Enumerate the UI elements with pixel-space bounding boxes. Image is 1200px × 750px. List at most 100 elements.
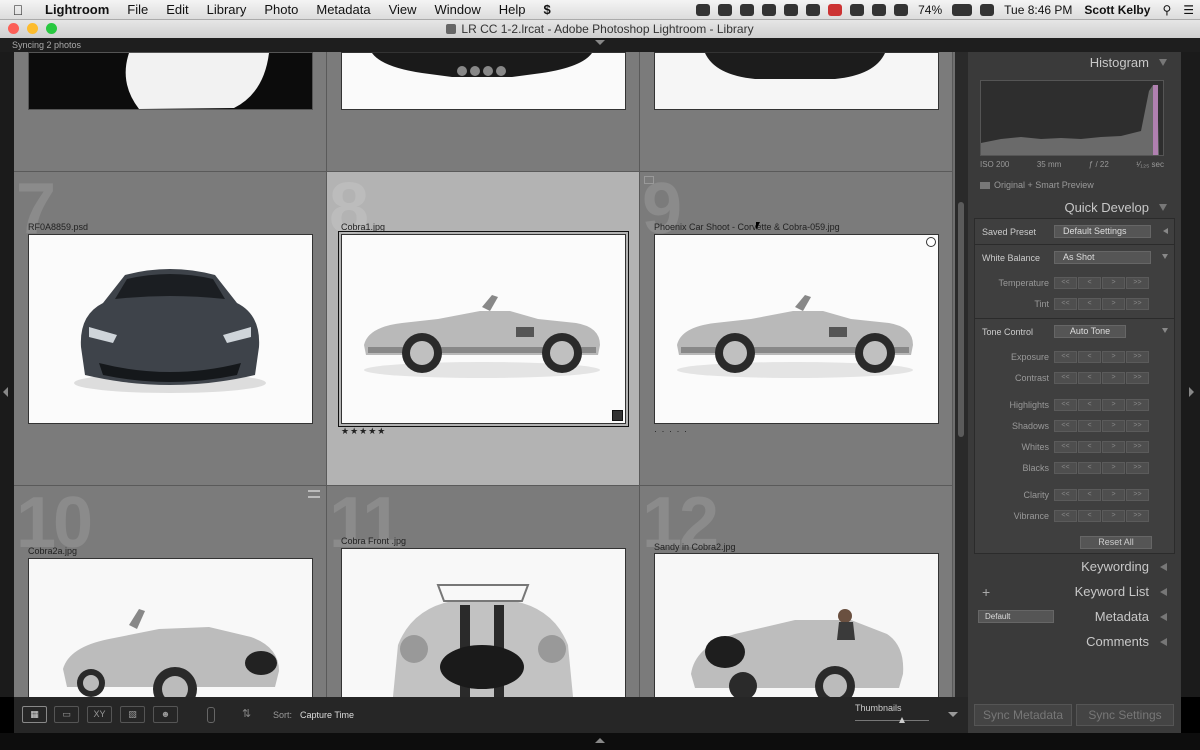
tint-increase-button[interactable]: > bbox=[1102, 298, 1125, 310]
shadows-increase-button[interactable]: > bbox=[1102, 420, 1125, 432]
photo-thumbnail[interactable] bbox=[28, 52, 313, 110]
contrast-decrease-button[interactable]: < bbox=[1078, 372, 1101, 384]
whites-increase-button[interactable]: > bbox=[1102, 441, 1125, 453]
evernote-icon[interactable] bbox=[762, 3, 777, 16]
shadows-decrease-button[interactable]: < bbox=[1078, 420, 1101, 432]
grid-cell[interactable] bbox=[640, 52, 953, 172]
vibrance-big-decrease-button[interactable]: << bbox=[1054, 510, 1077, 522]
temp-decrease-button[interactable]: < bbox=[1078, 277, 1101, 289]
sync-metadata-button[interactable]: Sync Metadata bbox=[974, 704, 1072, 726]
histogram-header[interactable]: Histogram bbox=[974, 52, 1175, 74]
menu-photo[interactable]: Photo bbox=[255, 2, 307, 17]
tint-big-increase-button[interactable]: >> bbox=[1126, 298, 1149, 310]
battery-icon[interactable] bbox=[952, 3, 973, 16]
sort-dropdown[interactable]: Capture Time bbox=[300, 710, 354, 720]
keyword-list-header[interactable]: + Keyword List bbox=[974, 581, 1175, 603]
grid-scrollbar[interactable] bbox=[955, 52, 968, 697]
exposure-big-increase-button[interactable]: >> bbox=[1126, 351, 1149, 363]
grid-cell[interactable]: 9 Phoenix Car Shoot - Corvette & Cobra-0… bbox=[640, 172, 953, 486]
grid-cell-selected[interactable]: 8 Cobra1.jpg ★★★★★ bbox=[327, 172, 640, 486]
menu-metadata[interactable]: Metadata bbox=[307, 2, 379, 17]
grid-cell[interactable] bbox=[14, 52, 327, 172]
status-icon[interactable] bbox=[696, 3, 711, 16]
metadata-preset-dropdown[interactable]: Default bbox=[978, 610, 1054, 623]
blacks-increase-button[interactable]: > bbox=[1102, 462, 1125, 474]
photo-thumbnail[interactable] bbox=[341, 52, 626, 110]
photo-thumbnail[interactable] bbox=[28, 558, 313, 697]
saved-preset-dropdown[interactable]: Default Settings bbox=[1054, 225, 1151, 238]
contrast-big-increase-button[interactable]: >> bbox=[1126, 372, 1149, 384]
keywording-header[interactable]: Keywording bbox=[974, 556, 1175, 578]
whites-big-increase-button[interactable]: >> bbox=[1126, 441, 1149, 453]
reset-all-button[interactable]: Reset All bbox=[1080, 536, 1152, 549]
minimize-icon[interactable] bbox=[27, 23, 38, 34]
tint-big-decrease-button[interactable]: << bbox=[1054, 298, 1077, 310]
star-rating[interactable]: ★★★★★ bbox=[341, 426, 386, 437]
painter-icon[interactable] bbox=[207, 707, 215, 723]
dollar-icon[interactable]: $ bbox=[535, 2, 560, 17]
close-icon[interactable] bbox=[8, 23, 19, 34]
flag-icon[interactable] bbox=[644, 176, 654, 184]
loupe-view-button[interactable]: ▭ bbox=[54, 706, 79, 723]
contrast-increase-button[interactable]: > bbox=[1102, 372, 1125, 384]
photo-thumbnail[interactable] bbox=[654, 52, 939, 110]
collapse-icon[interactable] bbox=[1162, 328, 1168, 333]
photo-thumbnail[interactable] bbox=[654, 553, 939, 697]
tint-decrease-button[interactable]: < bbox=[1078, 298, 1101, 310]
toolbar-menu-icon[interactable] bbox=[948, 712, 958, 717]
grid-cell[interactable]: 10 Cobra2a.jpg bbox=[14, 486, 327, 697]
left-panel-toggle[interactable] bbox=[0, 52, 14, 697]
notification-center-icon[interactable]: ☰ bbox=[1177, 3, 1200, 17]
collapse-icon[interactable] bbox=[1159, 204, 1167, 211]
menu-window[interactable]: Window bbox=[426, 2, 490, 17]
temp-big-decrease-button[interactable]: << bbox=[1054, 277, 1077, 289]
clarity-big-increase-button[interactable]: >> bbox=[1126, 489, 1149, 501]
grid-cell[interactable]: 12 Sandy in Cobra2.jpg bbox=[640, 486, 953, 697]
contrast-big-decrease-button[interactable]: << bbox=[1054, 372, 1077, 384]
shadows-big-increase-button[interactable]: >> bbox=[1126, 420, 1149, 432]
white-balance-dropdown[interactable]: As Shot bbox=[1054, 251, 1151, 264]
spotlight-icon[interactable]: ⚲ bbox=[1156, 3, 1177, 17]
add-keyword-icon[interactable]: + bbox=[982, 581, 990, 603]
highlights-decrease-button[interactable]: < bbox=[1078, 399, 1101, 411]
temp-big-increase-button[interactable]: >> bbox=[1126, 277, 1149, 289]
survey-view-button[interactable]: ▧ bbox=[120, 706, 145, 723]
apple-icon[interactable]:  bbox=[0, 2, 36, 18]
menu-edit[interactable]: Edit bbox=[157, 2, 197, 17]
exposure-big-decrease-button[interactable]: << bbox=[1054, 351, 1077, 363]
grid-cell[interactable]: 11 Cobra Front .jpg bbox=[327, 486, 640, 697]
scrollbar-thumb[interactable] bbox=[958, 202, 964, 437]
exposure-decrease-button[interactable]: < bbox=[1078, 351, 1101, 363]
menu-view[interactable]: View bbox=[380, 2, 426, 17]
histogram-graph[interactable] bbox=[980, 80, 1164, 156]
sync-settings-button[interactable]: Sync Settings bbox=[1076, 704, 1174, 726]
shadows-big-decrease-button[interactable]: << bbox=[1054, 420, 1077, 432]
menu-library[interactable]: Library bbox=[198, 2, 256, 17]
star-rating[interactable]: · · · · · bbox=[654, 426, 688, 436]
menu-file[interactable]: File bbox=[118, 2, 157, 17]
quick-collection-icon[interactable] bbox=[926, 237, 936, 247]
whites-decrease-button[interactable]: < bbox=[1078, 441, 1101, 453]
photo-thumbnail[interactable] bbox=[341, 548, 626, 697]
exposure-increase-button[interactable]: > bbox=[1102, 351, 1125, 363]
blacks-big-increase-button[interactable]: >> bbox=[1126, 462, 1149, 474]
vibrance-increase-button[interactable]: > bbox=[1102, 510, 1125, 522]
clock[interactable]: Tue 8:46 PM bbox=[998, 3, 1078, 17]
menu-app[interactable]: Lightroom bbox=[36, 2, 118, 17]
edit-badge-icon[interactable] bbox=[612, 410, 623, 421]
temp-increase-button[interactable]: > bbox=[1102, 277, 1125, 289]
comments-header[interactable]: Comments bbox=[974, 631, 1175, 653]
slider-handle[interactable] bbox=[899, 717, 905, 723]
vibrance-big-increase-button[interactable]: >> bbox=[1126, 510, 1149, 522]
grid-cell[interactable]: 7 RF0A8859.psd bbox=[14, 172, 327, 486]
compare-view-button[interactable]: XY bbox=[87, 706, 112, 723]
bluetooth-icon[interactable] bbox=[872, 3, 887, 16]
info-icon[interactable] bbox=[784, 3, 799, 16]
whites-big-decrease-button[interactable]: << bbox=[1054, 441, 1077, 453]
blacks-big-decrease-button[interactable]: << bbox=[1054, 462, 1077, 474]
volume-icon[interactable] bbox=[980, 3, 995, 16]
clarity-big-decrease-button[interactable]: << bbox=[1054, 489, 1077, 501]
zoom-icon[interactable] bbox=[46, 23, 57, 34]
clarity-increase-button[interactable]: > bbox=[1102, 489, 1125, 501]
highlights-big-decrease-button[interactable]: << bbox=[1054, 399, 1077, 411]
